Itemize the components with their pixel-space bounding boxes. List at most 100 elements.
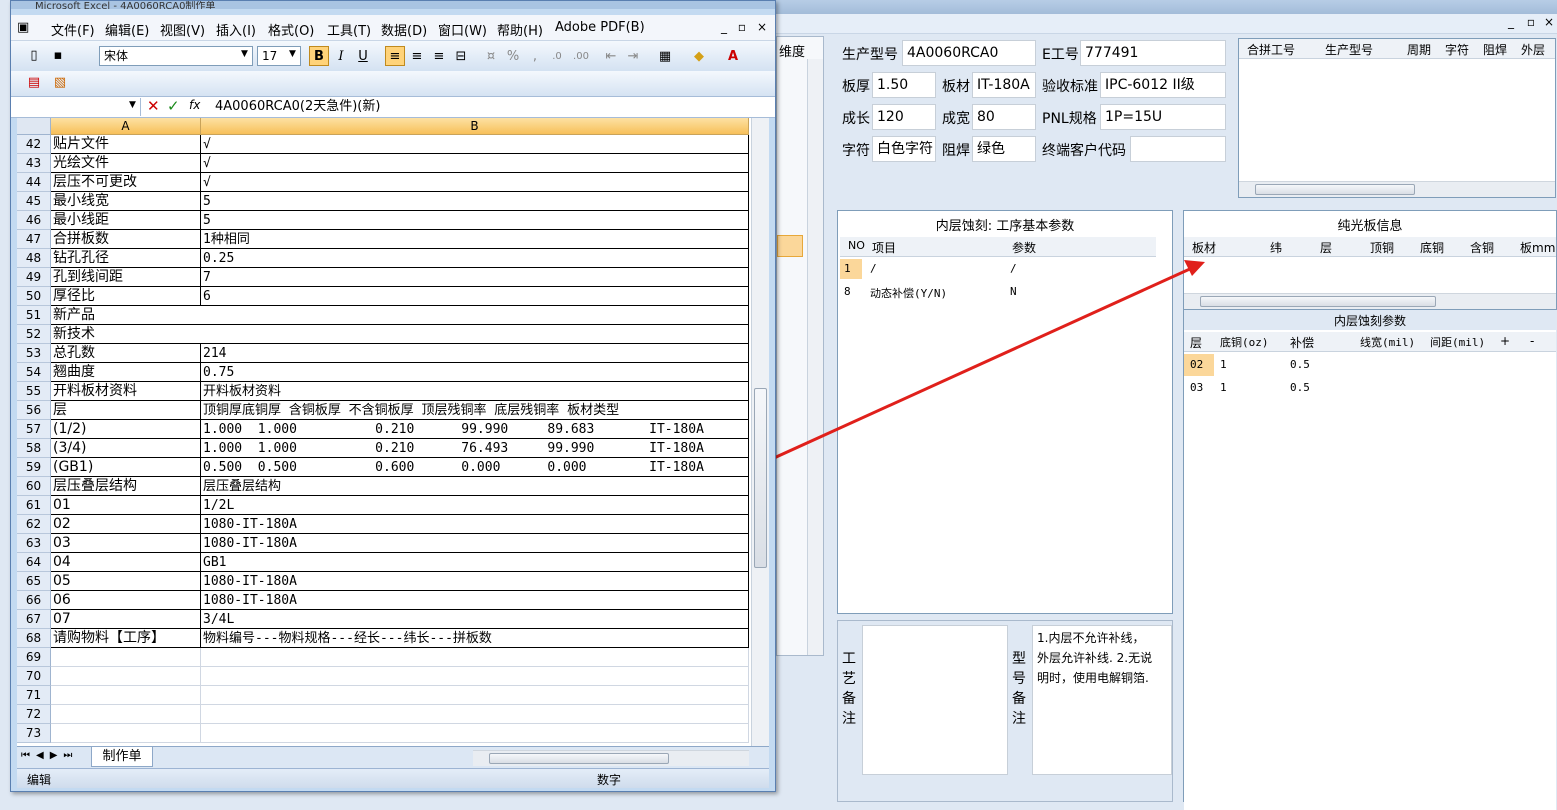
chevron-down-icon[interactable]: ▼ [129,100,136,110]
cell-a[interactable] [51,724,201,743]
cell-b[interactable]: 1080-IT-180A [201,515,749,534]
cell-b[interactable] [201,325,749,344]
cell-b[interactable]: 6 [201,287,749,306]
cell-a[interactable]: 新产品 [51,306,201,325]
cell-a[interactable]: 01 [51,496,201,515]
excel-doc-icon[interactable]: ▣ [17,20,29,35]
row-header[interactable]: 50 [17,287,51,306]
row-header[interactable]: 51 [17,306,51,325]
row-header[interactable]: 59 [17,458,51,477]
row-header[interactable]: 45 [17,192,51,211]
cell-b[interactable]: GB1 [201,553,749,572]
column-header-b[interactable]: B [201,118,749,135]
cell-a[interactable] [51,705,201,724]
excel-minimize-button[interactable]: _ [715,20,733,34]
row-header[interactable]: 52 [17,325,51,344]
cell-b[interactable]: 层压叠层结构 [201,477,749,496]
cell-a[interactable]: 层压不可更改 [51,173,201,192]
cell-b[interactable]: 1.000 1.000 0.210 99.990 89.683 IT-180A [201,420,749,439]
menu-window[interactable]: 窗口(W) [438,20,487,39]
row-header[interactable]: 46 [17,211,51,230]
menu-adobe-pdf[interactable]: Adobe PDF(B) [555,20,645,35]
cell-a[interactable]: 05 [51,572,201,591]
currency-icon[interactable]: ¤ [481,46,501,66]
fill-color-icon[interactable]: ◆ [689,46,709,66]
font-color-icon[interactable]: A [723,46,743,66]
cell-a[interactable]: 钻孔孔径 [51,249,201,268]
row-header[interactable]: 69 [17,648,51,667]
cell-b[interactable]: 3/4L [201,610,749,629]
menu-view[interactable]: 视图(V) [160,20,205,39]
row-header[interactable]: 54 [17,363,51,382]
column-header-a[interactable]: A [51,118,201,135]
cell-a[interactable]: 厚径比 [51,287,201,306]
cell-a[interactable]: 03 [51,534,201,553]
cell-b[interactable]: √ [201,135,749,154]
cell-b[interactable]: 5 [201,192,749,211]
row-header[interactable]: 64 [17,553,51,572]
sheet-hscroll[interactable] [473,750,749,766]
excel-restore-button[interactable]: ▫ [733,20,751,34]
row-header[interactable]: 56 [17,401,51,420]
row-header[interactable]: 61 [17,496,51,515]
cell-a[interactable]: 07 [51,610,201,629]
new-icon[interactable]: ▯ [25,47,43,65]
cell-a[interactable] [51,648,201,667]
row-header[interactable]: 66 [17,591,51,610]
row-header[interactable]: 62 [17,515,51,534]
menu-insert[interactable]: 插入(I) [216,20,256,39]
row-header[interactable]: 44 [17,173,51,192]
row-header[interactable]: 53 [17,344,51,363]
increase-indent-icon[interactable]: ⇥ [623,46,643,66]
align-center-icon[interactable]: ≡ [407,46,427,66]
cell-b[interactable]: 1.000 1.000 0.210 76.493 99.990 IT-180A [201,439,749,458]
menu-edit[interactable]: 编辑(E) [105,20,149,39]
cell-a[interactable] [51,686,201,705]
borders-icon[interactable]: ▦ [655,46,675,66]
cell-a[interactable]: 最小线距 [51,211,201,230]
menu-help[interactable]: 帮助(H) [497,20,543,39]
cell-b[interactable]: 1080-IT-180A [201,591,749,610]
menu-format[interactable]: 格式(O) [268,20,314,39]
cell-a[interactable] [51,667,201,686]
percent-icon[interactable]: % [503,46,523,66]
cell-b[interactable] [201,306,749,325]
cell-a[interactable]: 层压叠层结构 [51,477,201,496]
cell-b[interactable]: √ [201,154,749,173]
pdf-email-icon[interactable]: ▧ [51,74,69,92]
cell-b[interactable]: 0.500 0.500 0.600 0.000 0.000 IT-180A [201,458,749,477]
enter-icon[interactable]: ✓ [167,97,180,115]
cell-a[interactable]: 光绘文件 [51,154,201,173]
row-header[interactable]: 71 [17,686,51,705]
sheet-vscroll[interactable] [751,118,769,746]
row-header[interactable]: 72 [17,705,51,724]
cell-b[interactable]: √ [201,173,749,192]
cell-a[interactable]: 合拼板数 [51,230,201,249]
hscroll-thumb[interactable] [489,753,669,764]
menu-tools[interactable]: 工具(T) [327,20,371,39]
row-header[interactable]: 63 [17,534,51,553]
cell-a[interactable]: 贴片文件 [51,135,201,154]
tab-zhizuodan[interactable]: 制作单 [91,747,153,767]
row-header[interactable]: 58 [17,439,51,458]
row-header[interactable]: 65 [17,572,51,591]
name-box[interactable] [17,98,141,116]
pdf-icon[interactable]: ▤ [25,74,43,92]
comma-icon[interactable]: , [525,46,545,66]
cell-a[interactable]: 总孔数 [51,344,201,363]
cell-a[interactable]: 层 [51,401,201,420]
underline-button[interactable]: U [353,46,373,66]
save-icon[interactable]: ▪ [49,47,67,65]
cell-b[interactable]: 开料板材资料 [201,382,749,401]
cell-b[interactable]: 0.75 [201,363,749,382]
cell-a[interactable]: (3/4) [51,439,201,458]
cell-b[interactable]: 214 [201,344,749,363]
row-header[interactable]: 68 [17,629,51,648]
menu-data[interactable]: 数据(D) [381,20,427,39]
cell-a[interactable]: 翘曲度 [51,363,201,382]
cell-b[interactable]: 1080-IT-180A [201,534,749,553]
decrease-decimal-icon[interactable]: .00 [571,46,591,66]
merge-center-icon[interactable]: ⊟ [451,46,471,66]
cell-a[interactable]: 请购物料【工序】 [51,629,201,648]
bold-button[interactable]: B [309,46,329,66]
